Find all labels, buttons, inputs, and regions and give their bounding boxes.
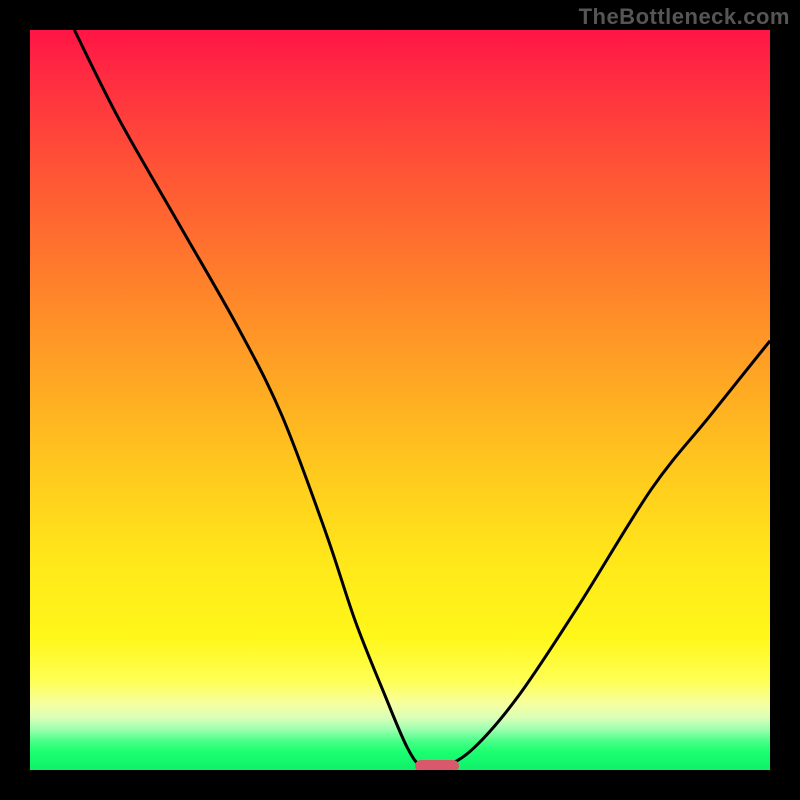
plot-area xyxy=(30,30,770,770)
bottleneck-curve xyxy=(30,30,770,770)
watermark-text: TheBottleneck.com xyxy=(579,4,790,30)
curve-path xyxy=(74,30,770,769)
optimum-marker xyxy=(415,760,459,770)
chart-frame: TheBottleneck.com xyxy=(0,0,800,800)
